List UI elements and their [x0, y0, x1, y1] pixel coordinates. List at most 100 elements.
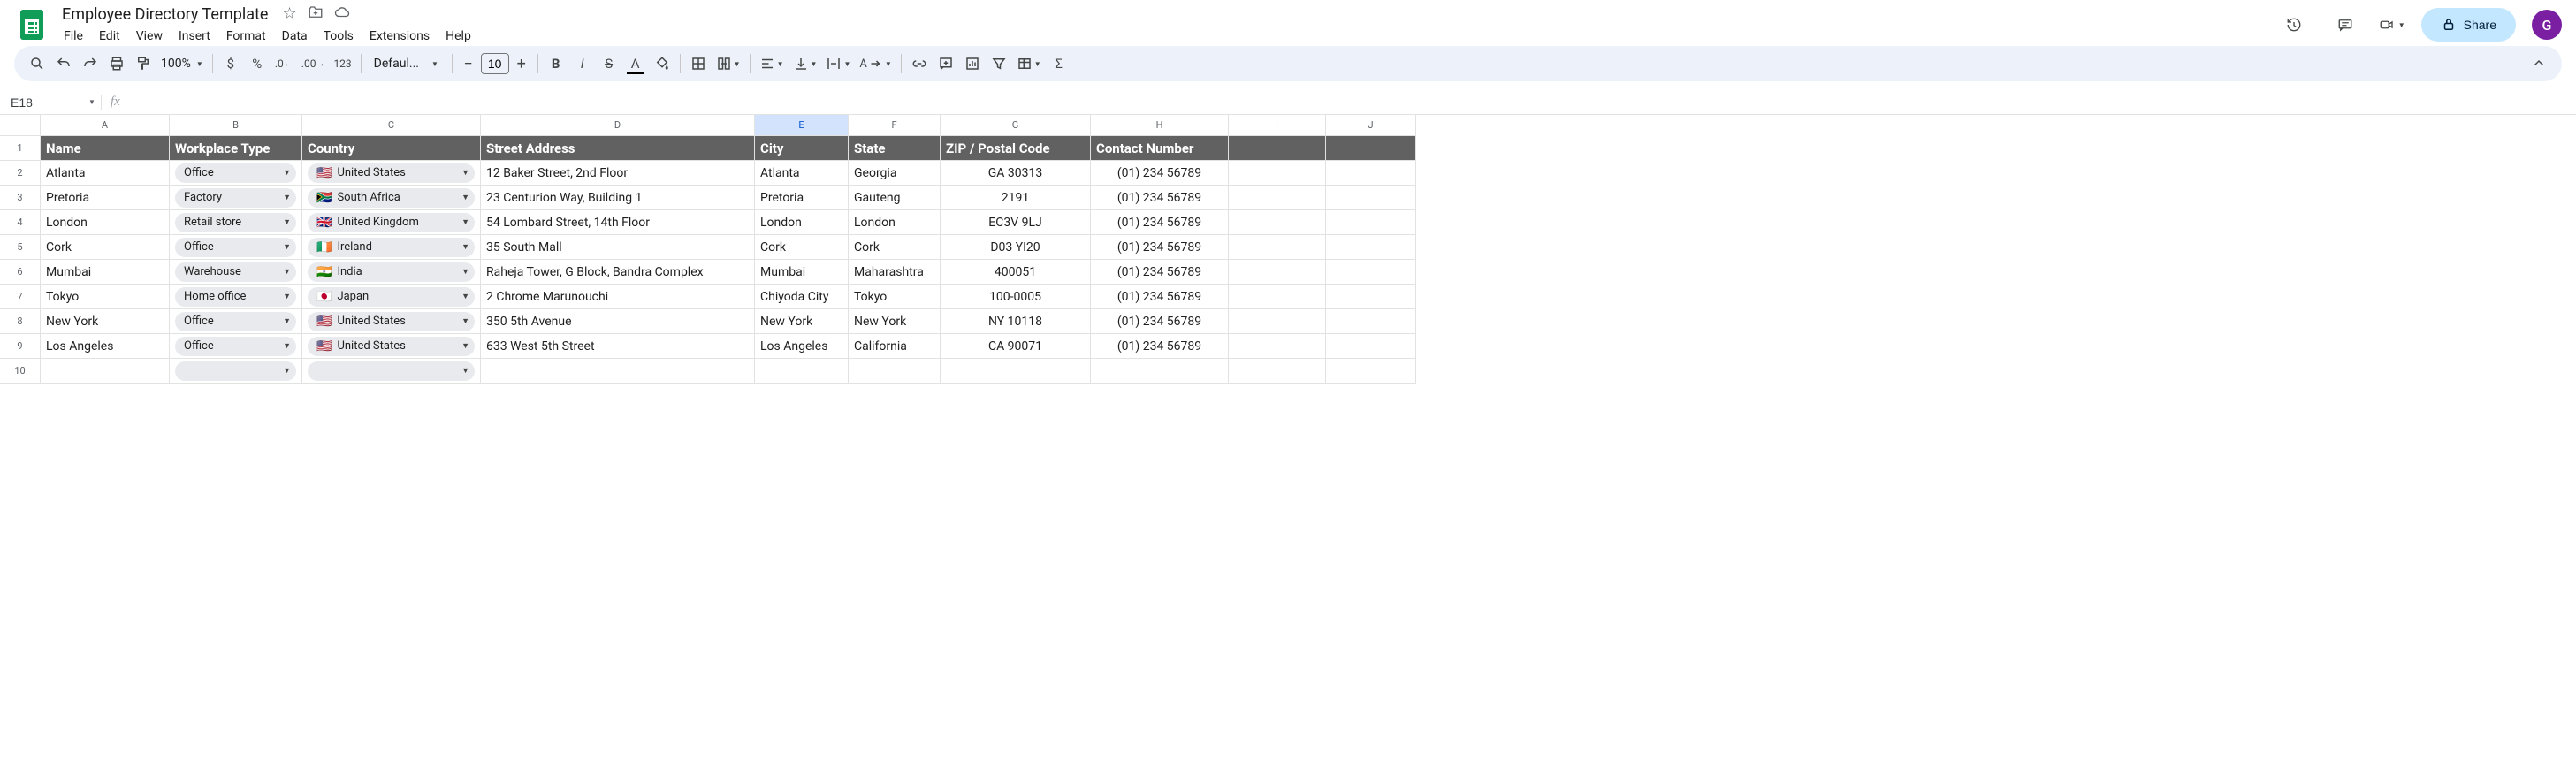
workplace-chip[interactable]: Factory▼: [175, 188, 296, 208]
cell-workplace[interactable]: Factory▼: [170, 186, 302, 210]
comments-icon[interactable]: [2328, 7, 2363, 42]
cell-empty[interactable]: [1229, 161, 1326, 186]
workplace-chip[interactable]: Office▼: [175, 238, 296, 257]
meet-icon[interactable]: ▼: [2379, 7, 2405, 42]
col-header-J[interactable]: J: [1326, 115, 1416, 136]
cell-country[interactable]: 🇮🇳India▼: [302, 260, 481, 285]
print-icon[interactable]: [104, 51, 129, 76]
cell-workplace[interactable]: Office▼: [170, 161, 302, 186]
menu-edit[interactable]: Edit: [92, 26, 127, 47]
menu-extensions[interactable]: Extensions: [362, 26, 437, 47]
header-cell[interactable]: City: [755, 136, 849, 161]
cell-zip[interactable]: 400051: [941, 260, 1091, 285]
strikethrough-icon[interactable]: S: [597, 51, 621, 76]
workplace-chip[interactable]: Office▼: [175, 337, 296, 356]
workplace-chip[interactable]: Office▼: [175, 312, 296, 331]
cell-name[interactable]: London: [41, 210, 170, 235]
cell-workplace[interactable]: Warehouse▼: [170, 260, 302, 285]
cell-state[interactable]: California: [849, 334, 941, 359]
cell-name[interactable]: Tokyo: [41, 285, 170, 309]
cell-empty[interactable]: [1326, 309, 1416, 334]
cell-country[interactable]: 🇺🇸United States▼: [302, 334, 481, 359]
workplace-chip[interactable]: Retail store▼: [175, 213, 296, 232]
fill-color-icon[interactable]: [650, 51, 674, 76]
country-chip[interactable]: 🇯🇵Japan▼: [308, 287, 475, 307]
cell-address[interactable]: 2 Chrome Marunouchi: [481, 285, 755, 309]
header-cell[interactable]: [1229, 136, 1326, 161]
cell-state[interactable]: Gauteng: [849, 186, 941, 210]
cell-city[interactable]: Pretoria: [755, 186, 849, 210]
document-title[interactable]: Employee Directory Template: [57, 4, 273, 26]
cell-contact[interactable]: (01) 234 56789: [1091, 210, 1229, 235]
cell-empty[interactable]: [1326, 260, 1416, 285]
cell-city[interactable]: Cork: [755, 235, 849, 260]
cell-city[interactable]: Mumbai: [755, 260, 849, 285]
paint-format-icon[interactable]: [131, 51, 156, 76]
cell-empty[interactable]: [1229, 334, 1326, 359]
cell-zip[interactable]: CA 90071: [941, 334, 1091, 359]
cell-name[interactable]: Mumbai: [41, 260, 170, 285]
cell-zip[interactable]: 100-0005: [941, 285, 1091, 309]
cell-empty[interactable]: [1326, 235, 1416, 260]
cell-address[interactable]: 35 South Mall: [481, 235, 755, 260]
borders-icon[interactable]: [686, 51, 711, 76]
country-chip[interactable]: 🇮🇪Ireland▼: [308, 238, 475, 257]
row-header-8[interactable]: 8: [0, 309, 41, 334]
cell-workplace[interactable]: Office▼: [170, 334, 302, 359]
workplace-chip[interactable]: ▼: [175, 361, 296, 381]
header-cell[interactable]: ZIP / Postal Code: [941, 136, 1091, 161]
cell-country[interactable]: 🇯🇵Japan▼: [302, 285, 481, 309]
functions-icon[interactable]: Σ: [1047, 51, 1071, 76]
cell-empty[interactable]: [1229, 210, 1326, 235]
cell-empty[interactable]: [1326, 334, 1416, 359]
cell-city[interactable]: Atlanta: [755, 161, 849, 186]
cell-state[interactable]: Cork: [849, 235, 941, 260]
collapse-toolbar-icon[interactable]: [2526, 51, 2551, 76]
cell-empty[interactable]: [41, 359, 170, 384]
cell-contact[interactable]: (01) 234 56789: [1091, 309, 1229, 334]
cell-empty[interactable]: [1229, 309, 1326, 334]
header-cell[interactable]: Street Address: [481, 136, 755, 161]
cell-empty[interactable]: [755, 359, 849, 384]
cell-address[interactable]: 12 Baker Street, 2nd Floor: [481, 161, 755, 186]
font-size-increase[interactable]: +: [511, 53, 532, 74]
cell-empty[interactable]: [849, 359, 941, 384]
decrease-decimal-icon[interactable]: .0←: [271, 51, 296, 76]
italic-icon[interactable]: I: [570, 51, 595, 76]
history-icon[interactable]: [2276, 7, 2312, 42]
cell-name[interactable]: Cork: [41, 235, 170, 260]
cell-address[interactable]: 54 Lombard Street, 14th Floor: [481, 210, 755, 235]
cell-workplace[interactable]: ▼: [170, 359, 302, 384]
select-all-corner[interactable]: [0, 115, 41, 136]
menu-tools[interactable]: Tools: [316, 26, 361, 47]
cell-workplace[interactable]: Retail store▼: [170, 210, 302, 235]
row-header-1[interactable]: 1: [0, 136, 41, 161]
zoom-select[interactable]: 100%▼: [157, 57, 207, 71]
cell-empty[interactable]: [1091, 359, 1229, 384]
cell-empty[interactable]: [1326, 359, 1416, 384]
country-chip[interactable]: 🇮🇳India▼: [308, 262, 475, 282]
undo-icon[interactable]: [51, 51, 76, 76]
search-icon[interactable]: [25, 51, 50, 76]
vertical-align-icon[interactable]: ▼: [789, 51, 821, 76]
cell-zip[interactable]: EC3V 9LJ: [941, 210, 1091, 235]
cell-address[interactable]: 350 5th Avenue: [481, 309, 755, 334]
country-chip[interactable]: ▼: [308, 361, 475, 381]
cell-empty[interactable]: [1326, 285, 1416, 309]
cell-address[interactable]: 633 West 5th Street: [481, 334, 755, 359]
bold-icon[interactable]: B: [544, 51, 568, 76]
header-cell[interactable]: Name: [41, 136, 170, 161]
currency-icon[interactable]: $: [218, 51, 243, 76]
col-header-D[interactable]: D: [481, 115, 755, 136]
cell-city[interactable]: Chiyoda City: [755, 285, 849, 309]
cell-empty[interactable]: [481, 359, 755, 384]
cell-name[interactable]: Pretoria: [41, 186, 170, 210]
more-formats-icon[interactable]: 123: [330, 51, 354, 76]
header-cell[interactable]: Country: [302, 136, 481, 161]
cell-empty[interactable]: [941, 359, 1091, 384]
horizontal-align-icon[interactable]: ▼: [756, 51, 788, 76]
cell-zip[interactable]: GA 30313: [941, 161, 1091, 186]
col-header-B[interactable]: B: [170, 115, 302, 136]
menu-help[interactable]: Help: [438, 26, 478, 47]
cell-contact[interactable]: (01) 234 56789: [1091, 235, 1229, 260]
